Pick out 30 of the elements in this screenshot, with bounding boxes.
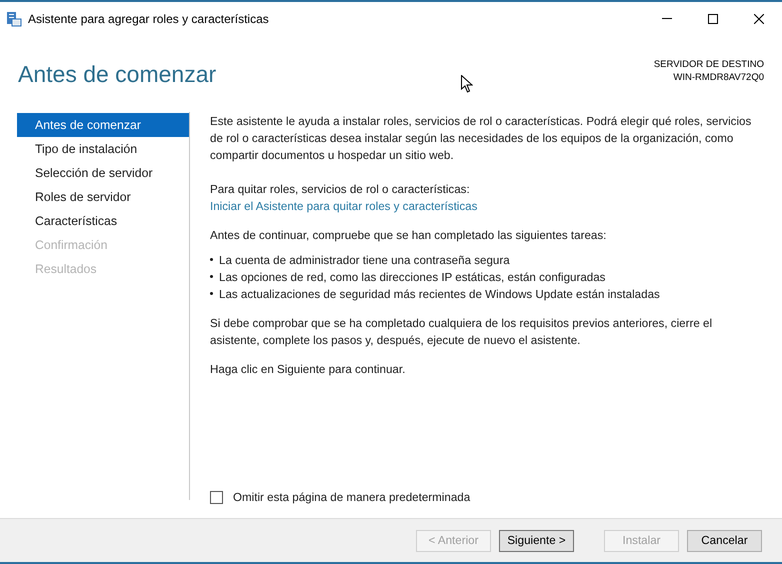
page-title: Antes de comenzar [18, 60, 216, 89]
skip-checkbox-label[interactable]: Omitir esta página de manera predeterminada [233, 489, 470, 506]
maximize-icon [708, 14, 718, 24]
task-item: Las opciones de red, como las direcciones IP estáticas, están configuradas [219, 270, 606, 286]
mouse-pointer-icon [461, 75, 473, 93]
remove-label: Para quitar roles, servicios de rol o características: [210, 182, 471, 198]
close-icon [754, 14, 764, 24]
note-paragraph: Si debe comprobar que se ha completado cualquiera de los requisitos previos anteriores, cierre el asistente, complete los pasos y, después, ejecute de nuevo el asistente. [210, 316, 714, 349]
task-item: Las actualizaciones de seguridad más recientes de Windows Update están instaladas [219, 287, 660, 303]
destination-label: SERVIDOR DE DESTINO [654, 58, 764, 71]
tasks-intro: Antes de continuar, compruebe que se han completado las siguientes tareas: [210, 228, 608, 244]
wizard-button[interactable]: Cancelar [687, 530, 762, 552]
minimize-icon [662, 18, 672, 19]
intro-paragraph: Este asistente le ayuda a instalar roles, servicios de rol o características. Podrá elegir qué roles, servicios de rol o características desea instalar según las necesidades de los equipos de la organización, como compartir documentos u hospedar un sitio web. [210, 114, 752, 164]
task-item: La cuenta de administrador tiene una contraseña segura [219, 253, 510, 269]
destination-server: WIN-RMDR8AV72Q0 [673, 71, 764, 84]
bullet-icon [210, 275, 213, 278]
step-item[interactable]: Características [17, 209, 189, 233]
wizard-icon [6, 10, 22, 26]
window-title: Asistente para agregar roles y características [28, 10, 269, 28]
bullet-icon [210, 258, 213, 261]
remove-wizard-link[interactable]: Iniciar el Asistente para quitar roles y características [210, 198, 478, 215]
skip-checkbox[interactable] [210, 491, 223, 504]
next-hint: Haga clic en Siguiente para continuar. [210, 362, 406, 378]
step-item[interactable]: Selección de servidor [17, 161, 189, 185]
bullet-icon [210, 292, 213, 295]
step-item[interactable]: Roles de servidor [17, 185, 189, 209]
step-item[interactable]: Antes de comenzar [17, 113, 189, 137]
wizard-button[interactable]: Siguiente > [499, 530, 574, 552]
step-item[interactable]: Tipo de instalación [17, 137, 189, 161]
